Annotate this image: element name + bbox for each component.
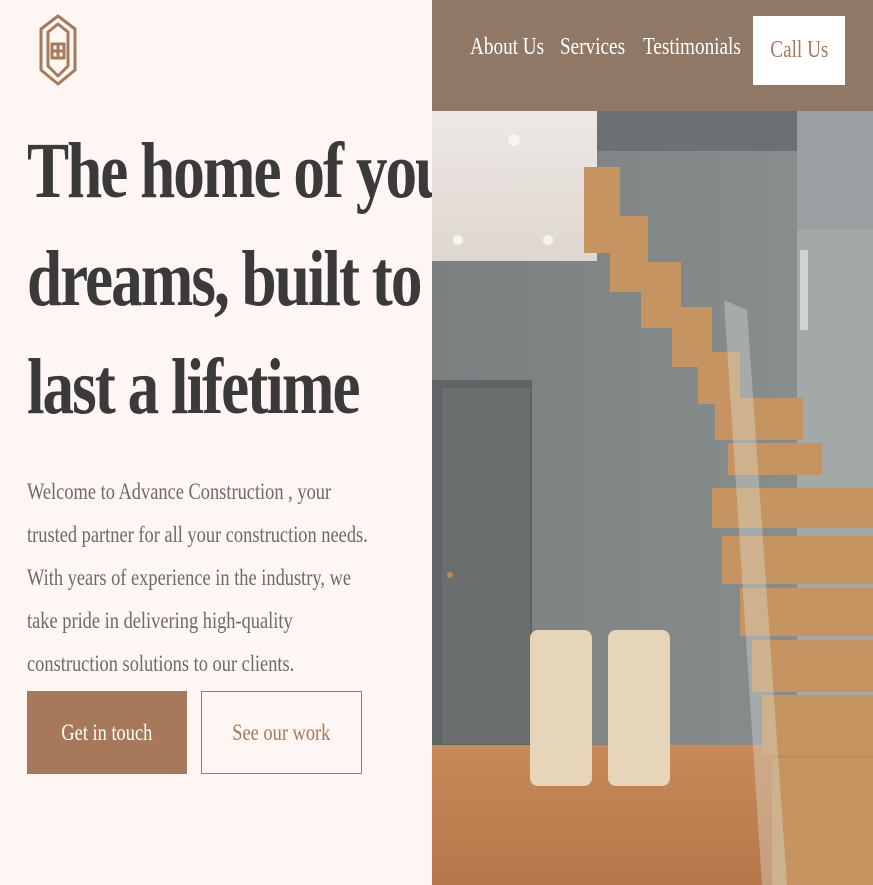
nav-services[interactable]: Services	[560, 34, 641, 61]
nav-testimonials-label: Testimonials	[643, 34, 741, 60]
nav-about-us-label: About Us	[470, 34, 545, 60]
call-us-label: Call Us	[769, 37, 829, 63]
house-logo-icon[interactable]	[38, 14, 78, 86]
hero-text-panel: The home of your dreams, built to last a…	[0, 0, 476, 885]
hero-headline: The home of your dreams, built to last a…	[27, 118, 476, 442]
nav-testimonials[interactable]: Testimonials	[643, 34, 765, 61]
headline-line-2: dreams, built to	[27, 236, 422, 323]
headline-line-1: The home of your	[27, 128, 476, 215]
headline-line-3: last a lifetime	[27, 344, 361, 431]
see-our-work-label: See our work	[232, 719, 331, 745]
see-our-work-button[interactable]: See our work	[201, 691, 362, 774]
staircase-photo	[432, 0, 873, 885]
get-in-touch-button[interactable]: Get in touch	[27, 691, 187, 774]
nav-services-label: Services	[560, 34, 626, 60]
hero-image-panel: About Us Services Testimonials Call Us	[432, 0, 873, 885]
call-us-button[interactable]: Call Us	[753, 16, 845, 85]
hero-intro-text: Welcome to Advance Construction , your t…	[27, 479, 368, 676]
nav-about-us[interactable]: About Us	[470, 34, 563, 61]
get-in-touch-label: Get in touch	[61, 719, 153, 745]
top-navigation: About Us Services Testimonials Call Us	[432, 0, 873, 111]
